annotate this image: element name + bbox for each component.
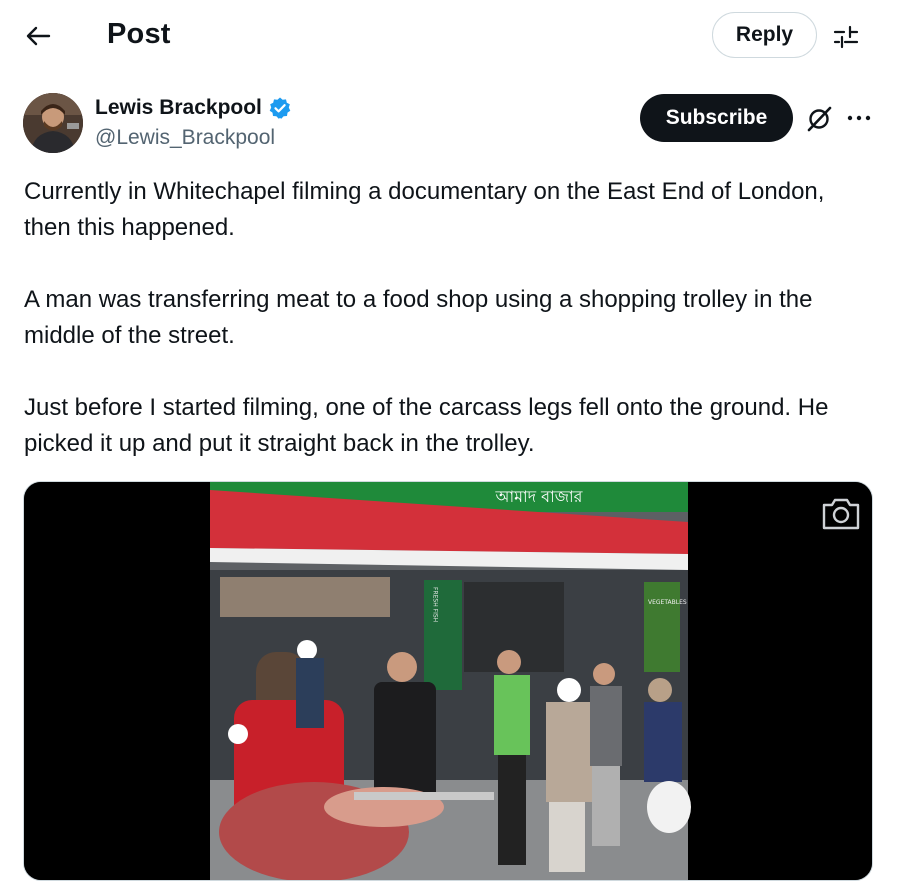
- grok-icon: [807, 106, 832, 132]
- post-video[interactable]: আমাদ বাজার FRESH FISH VEGETABLES: [23, 481, 873, 881]
- avatar-image: [23, 93, 83, 153]
- post-paragraph: Currently in Whitechapel filming a docum…: [24, 178, 825, 241]
- video-frame: আমাদ বাজার FRESH FISH VEGETABLES: [24, 482, 872, 880]
- post-paragraph: A man was transferring meat to a food sh…: [24, 286, 813, 349]
- back-button[interactable]: [18, 16, 58, 56]
- verified-badge-icon: [269, 97, 291, 119]
- author-name-text: Lewis Brackpool: [95, 96, 262, 119]
- post-text: Currently in Whitechapel filming a docum…: [24, 174, 874, 498]
- camera-icon: [822, 498, 860, 530]
- reply-button[interactable]: Reply: [712, 12, 817, 58]
- subscribe-button[interactable]: Subscribe: [640, 94, 793, 142]
- more-options-button[interactable]: [843, 103, 875, 133]
- post-paragraph: Just before I started filming, one of th…: [24, 394, 829, 457]
- camera-button[interactable]: [820, 496, 862, 532]
- author-handle[interactable]: @Lewis_Brackpool: [95, 126, 275, 150]
- shop-sign-text: আমাদ বাজার: [495, 487, 584, 506]
- avatar[interactable]: [23, 93, 83, 153]
- author-name[interactable]: Lewis Brackpool: [95, 96, 292, 120]
- video-scene: আমাদ বাজার FRESH FISH VEGETABLES: [210, 482, 691, 880]
- veg-sign-text: VEGETABLES: [648, 599, 687, 606]
- sliders-icon: [833, 25, 859, 49]
- arrow-left-icon: [26, 26, 51, 46]
- more-dots-icon: [847, 115, 871, 121]
- fish-sign-text: FRESH FISH: [432, 587, 439, 622]
- grok-button[interactable]: [803, 103, 835, 135]
- settings-button[interactable]: [826, 18, 866, 56]
- top-bar: Post Reply: [0, 0, 899, 72]
- page-title: Post: [107, 18, 171, 50]
- author-row: Lewis Brackpool @Lewis_Brackpool Subscri…: [23, 93, 883, 157]
